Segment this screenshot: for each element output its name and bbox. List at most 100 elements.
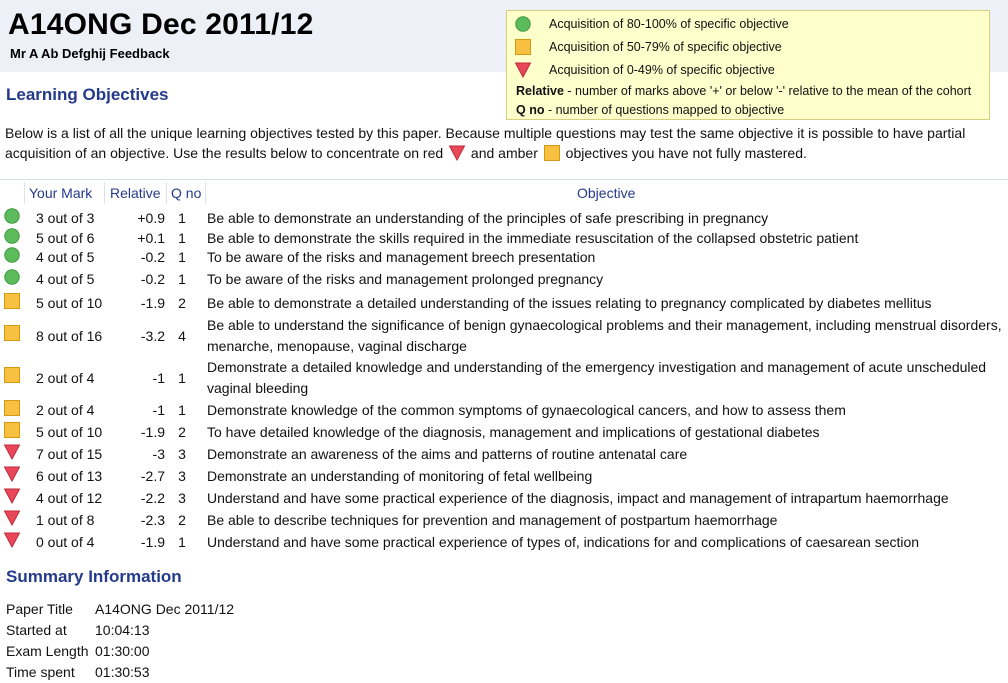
legend-text: Acquisition of 50-79% of specific object… bbox=[549, 40, 782, 54]
red-triangle-icon bbox=[3, 444, 21, 463]
amber-square-icon bbox=[4, 422, 20, 441]
cell-relative: -1 bbox=[152, 402, 165, 418]
green-circle-icon bbox=[4, 208, 20, 227]
summary-value: 01:30:53 bbox=[95, 664, 150, 680]
cell-q-no: 3 bbox=[178, 446, 186, 462]
red-triangle-icon bbox=[448, 145, 466, 166]
amber-square-icon bbox=[515, 39, 531, 61]
cell-q-no: 1 bbox=[178, 210, 186, 226]
column-header-q-no: Q no bbox=[171, 185, 202, 201]
summary-label: Paper Title bbox=[6, 601, 73, 617]
cell-q-no: 1 bbox=[178, 534, 186, 550]
amber-square-icon bbox=[4, 367, 20, 386]
intro-paragraph: Below is a list of all the unique learni… bbox=[5, 123, 1005, 166]
section-divider bbox=[0, 179, 1008, 180]
page-title: A14ONG Dec 2011/12 bbox=[8, 8, 314, 41]
amber-square-icon bbox=[543, 145, 560, 166]
cell-relative: -1.9 bbox=[140, 295, 165, 311]
cell-q-no: 2 bbox=[178, 512, 186, 528]
summary-value: A14ONG Dec 2011/12 bbox=[95, 601, 235, 617]
legend-relative-desc: - number of marks above '+' or below '-'… bbox=[563, 84, 972, 98]
cell-your-mark: 6 out of 13 bbox=[36, 468, 103, 484]
amber-square-icon bbox=[4, 293, 20, 312]
green-circle-icon bbox=[4, 247, 20, 266]
legend-qno-term: Q no bbox=[516, 103, 545, 117]
legend-relative-def: Relative - number of marks above '+' or … bbox=[516, 81, 971, 101]
cell-relative: -2.2 bbox=[140, 490, 165, 506]
red-triangle-icon bbox=[3, 510, 21, 529]
legend-text: Acquisition of 0-49% of specific objecti… bbox=[549, 63, 775, 77]
cell-relative: -3 bbox=[152, 446, 165, 462]
cell-your-mark: 0 out of 4 bbox=[36, 534, 95, 550]
cell-objective: Demonstrate an awareness of the aims and… bbox=[207, 446, 688, 462]
green-circle-icon bbox=[515, 16, 531, 38]
red-triangle-icon bbox=[3, 488, 21, 507]
cell-your-mark: 4 out of 5 bbox=[36, 249, 95, 265]
cell-objective: Be able to demonstrate the skills requir… bbox=[207, 230, 859, 246]
summary-heading: Summary Information bbox=[6, 567, 182, 586]
summary-value: 01:30:00 bbox=[95, 643, 150, 659]
cell-your-mark: 3 out of 3 bbox=[36, 210, 95, 226]
legend-qno-def: Q no - number of questions mapped to obj… bbox=[516, 100, 784, 120]
cell-q-no: 1 bbox=[178, 230, 186, 246]
column-separator bbox=[104, 182, 105, 204]
intro-text: and amber bbox=[467, 145, 542, 161]
cell-objective: Be able to describe techniques for preve… bbox=[207, 512, 778, 528]
column-separator bbox=[166, 182, 167, 204]
summary-label: Time spent bbox=[6, 664, 75, 680]
cell-objective: To be aware of the risks and management … bbox=[207, 249, 596, 265]
column-separator bbox=[205, 182, 206, 204]
cell-q-no: 1 bbox=[178, 271, 186, 287]
cell-your-mark: 4 out of 12 bbox=[36, 490, 103, 506]
cell-relative: -3.2 bbox=[140, 328, 165, 344]
candidate-name: Mr A Ab Defghij Feedback bbox=[10, 46, 170, 61]
cell-your-mark: 7 out of 15 bbox=[36, 446, 103, 462]
cell-your-mark: 8 out of 16 bbox=[36, 328, 103, 344]
cell-relative: +0.9 bbox=[137, 210, 165, 226]
cell-your-mark: 4 out of 5 bbox=[36, 271, 95, 287]
cell-your-mark: 5 out of 10 bbox=[36, 295, 103, 311]
intro-text: objectives you have not fully mastered. bbox=[561, 145, 807, 161]
amber-square-icon bbox=[4, 325, 20, 344]
summary-label: Started at bbox=[6, 622, 67, 638]
cell-q-no: 3 bbox=[178, 490, 186, 506]
cell-objective: Be able to demonstrate a detailed unders… bbox=[207, 295, 932, 311]
cell-your-mark: 5 out of 10 bbox=[36, 424, 103, 440]
cell-objective: Understand and have some practical exper… bbox=[207, 534, 920, 550]
legend-text: Acquisition of 80-100% of specific objec… bbox=[549, 17, 789, 31]
cell-relative: -0.2 bbox=[140, 271, 165, 287]
cell-objective: Be able to demonstrate an understanding … bbox=[207, 210, 769, 226]
column-header-objective: Objective bbox=[577, 185, 636, 201]
summary-value: 10:04:13 bbox=[95, 622, 150, 638]
cell-objective: Demonstrate an understanding of monitori… bbox=[207, 468, 593, 484]
cell-objective: Be able to understand the significance o… bbox=[207, 317, 1002, 354]
summary-label: Exam Length bbox=[6, 643, 89, 659]
cell-relative: -0.2 bbox=[140, 249, 165, 265]
cell-objective: Understand and have some practical exper… bbox=[207, 490, 949, 506]
amber-square-icon bbox=[4, 400, 20, 419]
column-header-relative: Relative bbox=[110, 185, 161, 201]
cell-your-mark: 2 out of 4 bbox=[36, 402, 95, 418]
cell-objective: To have detailed knowledge of the diagno… bbox=[207, 424, 820, 440]
cell-relative: -2.3 bbox=[140, 512, 165, 528]
cell-your-mark: 1 out of 8 bbox=[36, 512, 95, 528]
cell-relative: +0.1 bbox=[137, 230, 165, 246]
legend-qno-desc: - number of questions mapped to objectiv… bbox=[544, 103, 785, 117]
column-separator bbox=[24, 182, 25, 204]
cell-q-no: 4 bbox=[178, 328, 186, 344]
legend-box: Acquisition of 80-100% of specific objec… bbox=[506, 10, 990, 120]
cell-q-no: 1 bbox=[178, 370, 186, 386]
cell-relative: -2.7 bbox=[140, 468, 165, 484]
cell-q-no: 1 bbox=[178, 249, 186, 265]
green-circle-icon bbox=[4, 269, 20, 288]
cell-q-no: 3 bbox=[178, 468, 186, 484]
cell-objective: Demonstrate knowledge of the common symp… bbox=[207, 402, 846, 418]
red-triangle-icon bbox=[3, 532, 21, 551]
cell-objective: Demonstrate a detailed knowledge and und… bbox=[207, 359, 987, 396]
red-triangle-icon bbox=[3, 466, 21, 485]
cell-q-no: 2 bbox=[178, 295, 186, 311]
cell-q-no: 1 bbox=[178, 402, 186, 418]
cell-q-no: 2 bbox=[178, 424, 186, 440]
green-circle-icon bbox=[4, 228, 20, 247]
cell-your-mark: 5 out of 6 bbox=[36, 230, 95, 246]
